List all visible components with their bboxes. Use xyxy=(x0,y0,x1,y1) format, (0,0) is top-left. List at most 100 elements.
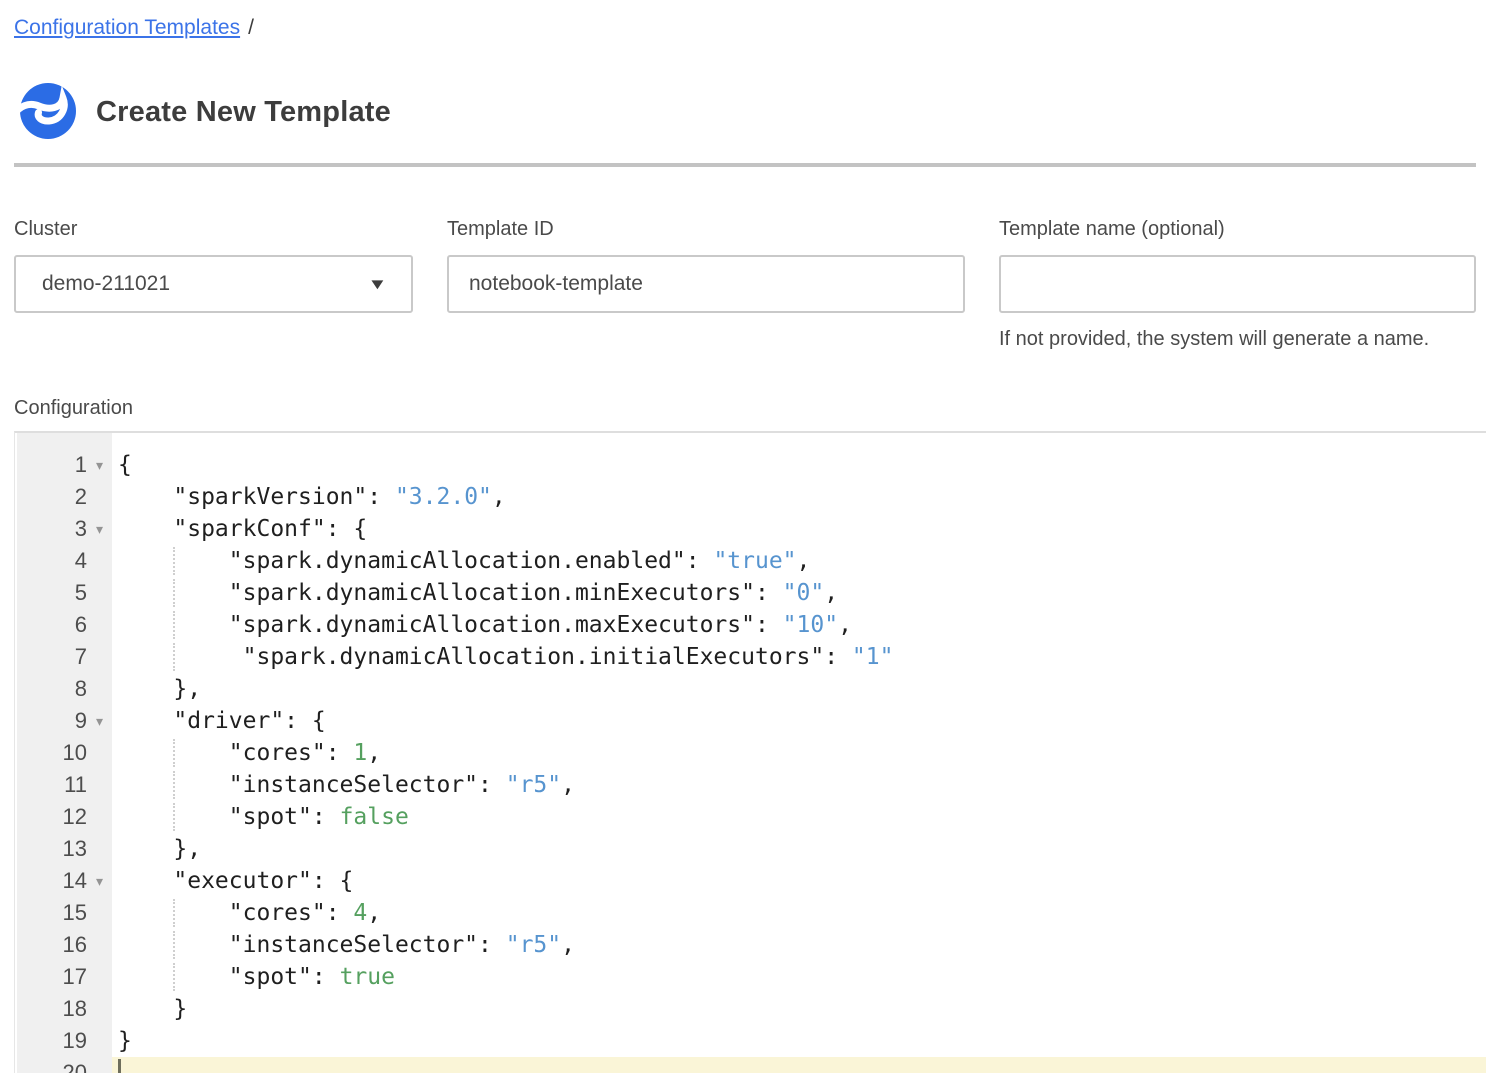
fold-arrow-icon[interactable]: ▾ xyxy=(87,865,112,897)
fold-arrow-icon[interactable]: ▾ xyxy=(87,449,112,481)
code-line-3[interactable]: 3▾ "sparkConf": { xyxy=(15,513,1486,545)
code-text[interactable]: "cores": 1, xyxy=(112,737,1486,769)
gutter-cell: 8 xyxy=(15,673,112,705)
code-text[interactable]: "cores": 4, xyxy=(112,897,1486,929)
gutter-cell: 15 xyxy=(15,897,112,929)
code-line-13[interactable]: 13 }, xyxy=(15,833,1486,865)
template-form: Cluster demo-211021 ▼ Template ID Templa… xyxy=(14,218,1476,351)
code-line-8[interactable]: 8 }, xyxy=(15,673,1486,705)
fold-arrow-icon[interactable]: ▾ xyxy=(87,513,112,545)
gutter-cell: 20 xyxy=(15,1057,112,1073)
code-line-20[interactable]: 20 xyxy=(15,1057,1486,1073)
fold-spacer xyxy=(87,673,112,705)
fold-spacer xyxy=(87,769,112,801)
code-text[interactable]: "spot": true xyxy=(112,961,1486,993)
fold-spacer xyxy=(87,1057,112,1073)
gutter-cell: 7 xyxy=(15,641,112,673)
code-line-11[interactable]: 11 "instanceSelector": "r5", xyxy=(15,769,1486,801)
gutter-cell: 11 xyxy=(15,769,112,801)
code-text[interactable]: "sparkConf": { xyxy=(112,513,1486,545)
cluster-label: Cluster xyxy=(14,218,413,241)
code-text[interactable]: "sparkVersion": "3.2.0", xyxy=(112,481,1486,513)
fold-spacer xyxy=(87,545,112,577)
page-header: Create New Template xyxy=(10,82,1486,142)
code-line-10[interactable]: 10 "cores": 1, xyxy=(15,737,1486,769)
code-text[interactable]: "spot": false xyxy=(112,801,1486,833)
breadcrumb-separator: / xyxy=(248,16,254,39)
config-editor[interactable]: 1▾{2 "sparkVersion": "3.2.0",3▾ "sparkCo… xyxy=(14,431,1486,1073)
template-id-input[interactable] xyxy=(447,255,965,313)
line-number: 14 xyxy=(15,865,87,897)
code-text[interactable]: "executor": { xyxy=(112,865,1486,897)
line-number: 7 xyxy=(15,641,87,673)
code-text[interactable]: } xyxy=(112,993,1486,1025)
template-name-input[interactable] xyxy=(999,255,1476,313)
breadcrumb: Configuration Templates / xyxy=(0,0,1486,40)
code-text[interactable]: { xyxy=(112,449,1486,481)
fold-spacer xyxy=(87,1025,112,1057)
code-line-18[interactable]: 18 } xyxy=(15,993,1486,1025)
code-line-9[interactable]: 9▾ "driver": { xyxy=(15,705,1486,737)
cluster-select-value: demo-211021 xyxy=(42,272,170,296)
code-text[interactable]: "instanceSelector": "r5", xyxy=(112,929,1486,961)
fold-spacer xyxy=(87,833,112,865)
code-text[interactable]: }, xyxy=(112,673,1486,705)
fold-spacer xyxy=(87,801,112,833)
gutter-cell: 4 xyxy=(15,545,112,577)
line-number: 15 xyxy=(15,897,87,929)
code-line-14[interactable]: 14▾ "executor": { xyxy=(15,865,1486,897)
line-number: 13 xyxy=(15,833,87,865)
fold-spacer xyxy=(87,481,112,513)
indent-guide xyxy=(173,579,175,607)
fold-spacer xyxy=(87,641,112,673)
configuration-label: Configuration xyxy=(14,397,1486,420)
fold-spacer xyxy=(87,961,112,993)
code-text[interactable]: "instanceSelector": "r5", xyxy=(112,769,1486,801)
code-line-1[interactable]: 1▾{ xyxy=(15,449,1486,481)
create-template-page: Configuration Templates / Create New Temp… xyxy=(0,0,1486,1073)
code-text[interactable]: "spark.dynamicAllocation.minExecutors": … xyxy=(112,577,1486,609)
indent-guide xyxy=(173,771,175,799)
config-editor-content[interactable]: 1▾{2 "sparkVersion": "3.2.0",3▾ "sparkCo… xyxy=(15,449,1486,1073)
gutter-cell: 12 xyxy=(15,801,112,833)
template-id-field: Template ID xyxy=(447,218,965,313)
line-number: 19 xyxy=(15,1025,87,1057)
code-text[interactable]: } xyxy=(112,1025,1486,1057)
text-cursor xyxy=(118,1059,121,1073)
line-number: 1 xyxy=(15,449,87,481)
code-line-5[interactable]: 5 "spark.dynamicAllocation.minExecutors"… xyxy=(15,577,1486,609)
breadcrumb-link-configuration-templates[interactable]: Configuration Templates xyxy=(14,16,240,39)
code-line-12[interactable]: 12 "spot": false xyxy=(15,801,1486,833)
code-line-6[interactable]: 6 "spark.dynamicAllocation.maxExecutors"… xyxy=(15,609,1486,641)
cluster-field: Cluster demo-211021 ▼ xyxy=(14,218,413,313)
chevron-down-icon: ▼ xyxy=(368,276,388,293)
code-line-2[interactable]: 2 "sparkVersion": "3.2.0", xyxy=(15,481,1486,513)
gutter-cell: 1▾ xyxy=(15,449,112,481)
indent-guide xyxy=(173,611,175,639)
fold-arrow-icon[interactable]: ▾ xyxy=(87,705,112,737)
gutter-cell: 5 xyxy=(15,577,112,609)
cluster-select[interactable]: demo-211021 ▼ xyxy=(14,255,413,313)
gutter-cell: 10 xyxy=(15,737,112,769)
code-text[interactable]: }, xyxy=(112,833,1486,865)
gutter-cell: 17 xyxy=(15,961,112,993)
code-line-17[interactable]: 17 "spot": true xyxy=(15,961,1486,993)
line-number: 18 xyxy=(15,993,87,1025)
gutter-cell: 19 xyxy=(15,1025,112,1057)
indent-guide xyxy=(173,931,175,959)
code-text[interactable]: "spark.dynamicAllocation.enabled": "true… xyxy=(112,545,1486,577)
line-number: 2 xyxy=(15,481,87,513)
code-line-19[interactable]: 19} xyxy=(15,1025,1486,1057)
code-text[interactable]: "driver": { xyxy=(112,705,1486,737)
line-number: 4 xyxy=(15,545,87,577)
code-text[interactable] xyxy=(112,1057,1486,1073)
code-line-7[interactable]: 7 "spark.dynamicAllocation.initialExecut… xyxy=(15,641,1486,673)
template-id-label: Template ID xyxy=(447,218,965,241)
code-line-4[interactable]: 4 "spark.dynamicAllocation.enabled": "tr… xyxy=(15,545,1486,577)
code-text[interactable]: "spark.dynamicAllocation.maxExecutors": … xyxy=(112,609,1486,641)
fold-spacer xyxy=(87,577,112,609)
code-text[interactable]: "spark.dynamicAllocation.initialExecutor… xyxy=(112,641,1486,673)
code-line-15[interactable]: 15 "cores": 4, xyxy=(15,897,1486,929)
code-line-16[interactable]: 16 "instanceSelector": "r5", xyxy=(15,929,1486,961)
gutter-cell: 3▾ xyxy=(15,513,112,545)
